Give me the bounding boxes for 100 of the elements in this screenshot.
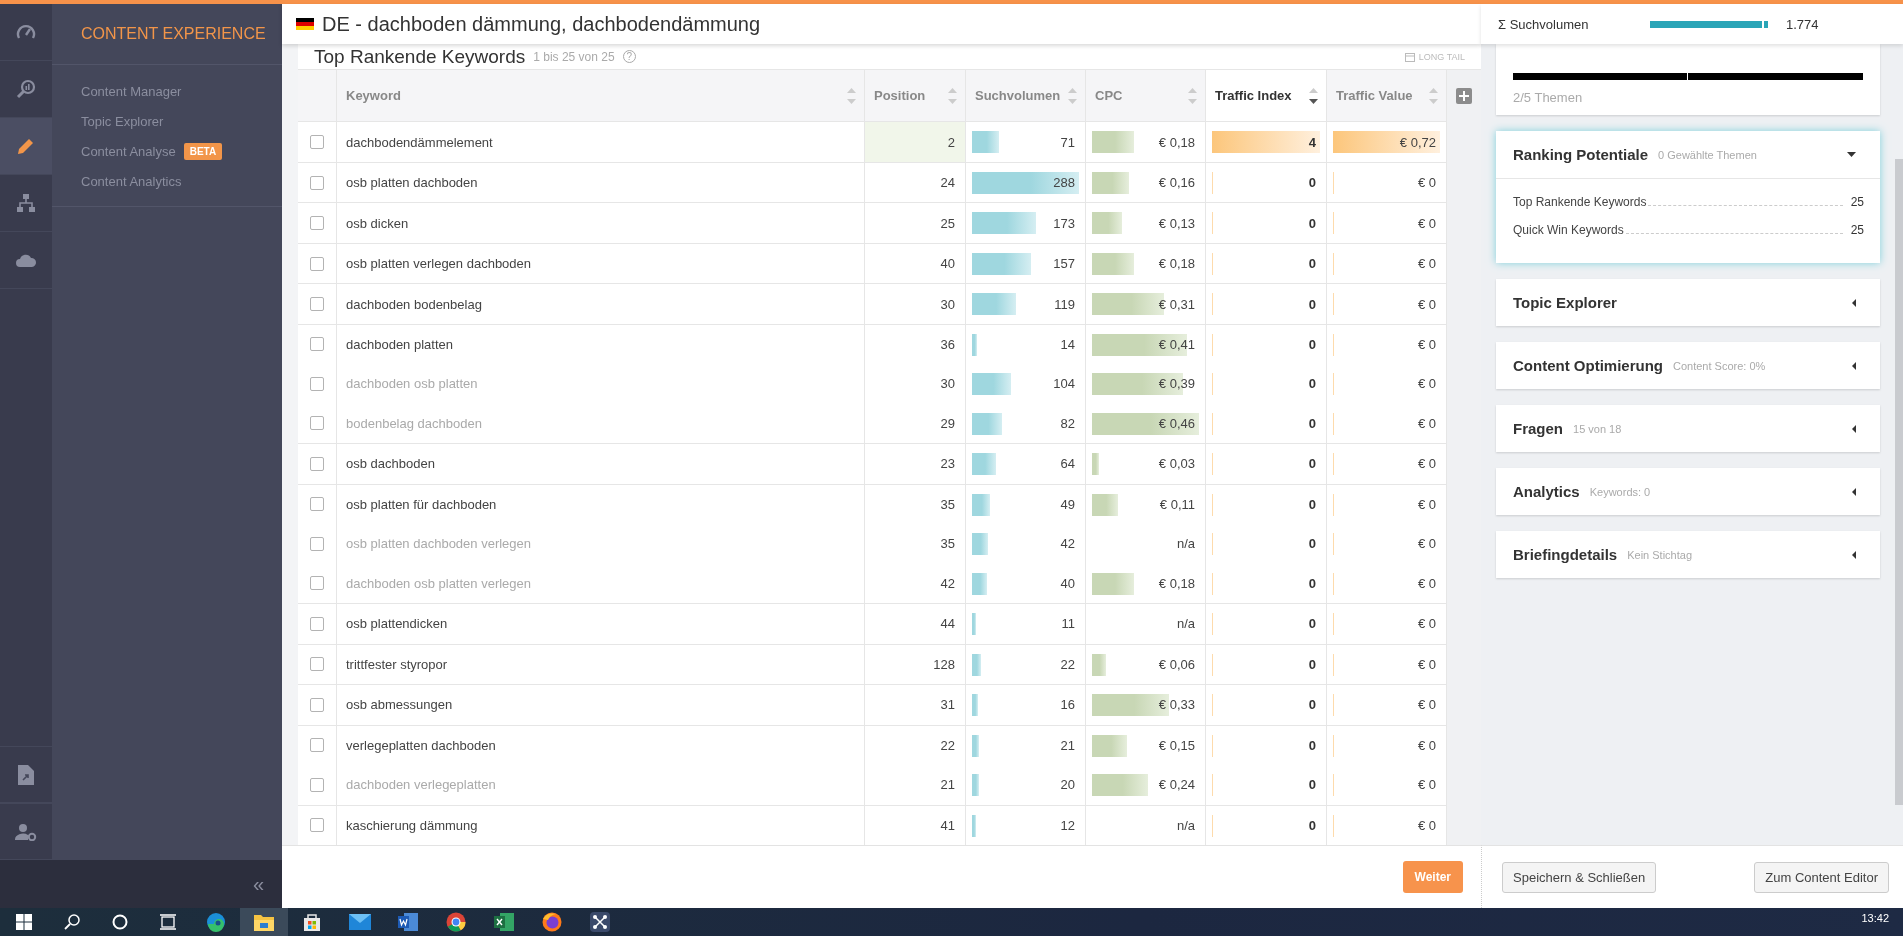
- table-cell: € 0,03: [1086, 444, 1206, 484]
- caret-left-icon[interactable]: [1852, 424, 1856, 433]
- beta-badge: BETA: [183, 143, 223, 160]
- table-cell: 104: [966, 364, 1086, 404]
- table-cell: 21: [865, 765, 966, 805]
- keyword-cell: dachboden bodenbelag: [337, 284, 865, 324]
- table-cell: € 0,31: [1086, 284, 1206, 324]
- flame-circle-icon: [542, 912, 562, 932]
- clock: 13:42: [1861, 911, 1890, 924]
- panel-title[interactable]: Content Optimierung: [1513, 357, 1663, 374]
- task-view-icon: [160, 914, 176, 930]
- table-cell: 288: [966, 162, 1086, 203]
- caret-down-icon[interactable]: [1847, 152, 1856, 157]
- table-cell: € 0: [1327, 685, 1447, 725]
- checkbox[interactable]: [310, 657, 324, 672]
- panel-title[interactable]: Fragen: [1513, 420, 1563, 437]
- checkbox[interactable]: [310, 135, 324, 150]
- scrollbar-thumb[interactable]: [1895, 159, 1903, 805]
- checkbox[interactable]: [310, 297, 324, 311]
- section-title: Top Rankende Keywords: [314, 45, 526, 68]
- table-cell: 35: [865, 524, 966, 564]
- page-title: DE - dachboden dämmung, dachbodendämmung: [322, 12, 761, 36]
- keyword-cell: osb platten dachboden verlegen: [337, 524, 865, 564]
- user-settings-icon: [15, 822, 37, 841]
- panel-subtitle: Keywords: 0: [1589, 485, 1651, 498]
- collapse-button[interactable]: «: [252, 872, 264, 896]
- checkbox[interactable]: [310, 497, 324, 512]
- checkbox[interactable]: [310, 175, 324, 190]
- table-cell: 0: [1206, 444, 1327, 484]
- table-cell: 30: [865, 284, 966, 324]
- magnifier-chart-icon: [16, 79, 36, 99]
- checkbox[interactable]: [310, 576, 324, 591]
- help-button[interactable]: ?: [622, 50, 636, 63]
- table-cell: 31: [865, 685, 966, 725]
- circle-icon: [112, 914, 128, 930]
- table-cell: 2: [865, 122, 966, 162]
- table-cell: € 0,41: [1086, 324, 1206, 365]
- sort-icon: [847, 86, 856, 105]
- checkbox[interactable]: [310, 777, 324, 792]
- nav-button[interactable]: [0, 118, 52, 175]
- sort-icon: [1429, 86, 1438, 105]
- checkbox[interactable]: [310, 337, 324, 352]
- table-cell: 0: [1206, 765, 1327, 805]
- tricolor-circle-icon: [446, 912, 466, 932]
- panel-subtitle: 15 von 18: [1573, 422, 1622, 435]
- keyword-cell: osb dicken: [337, 203, 865, 243]
- panel-title[interactable]: Briefingdetails: [1513, 546, 1618, 563]
- action-button[interactable]: Speichern & Schließen: [1502, 861, 1657, 893]
- cloud-icon: [15, 253, 37, 267]
- panel-item-label[interactable]: Quick Win Keywords: [1513, 223, 1624, 237]
- keyword-cell: osb plattendicken: [337, 604, 865, 644]
- sidebar-link[interactable]: Topic Explorer: [81, 111, 282, 132]
- keyword-cell: dachboden osb platten: [337, 364, 865, 404]
- table-cell: € 0: [1327, 524, 1447, 564]
- sort-icon: [948, 86, 957, 105]
- checkbox[interactable]: [310, 616, 324, 631]
- checkbox[interactable]: [310, 256, 324, 271]
- taskbar-button[interactable]: [240, 908, 288, 936]
- checkbox[interactable]: [310, 456, 324, 471]
- column-header[interactable]: Traffic Index: [1206, 70, 1327, 122]
- sidebar-title: CONTENT EXPERIENCE: [81, 25, 266, 43]
- table-cell: € 0: [1327, 444, 1447, 484]
- caret-left-icon[interactable]: [1852, 298, 1856, 307]
- checkbox[interactable]: [310, 536, 324, 551]
- checkbox[interactable]: [310, 416, 324, 431]
- panel-title[interactable]: Ranking Potentiale: [1513, 146, 1649, 163]
- checkbox[interactable]: [310, 216, 324, 231]
- checkbox[interactable]: [310, 738, 324, 753]
- sidebar-link[interactable]: Content Analytics: [81, 171, 282, 192]
- table-cell: 157: [966, 243, 1086, 284]
- panel-title[interactable]: Analytics: [1513, 483, 1580, 500]
- table-cell: € 0: [1327, 364, 1447, 404]
- sidebar-link[interactable]: Content Manager: [81, 81, 282, 102]
- panel-subtitle: Kein Stichtag: [1627, 548, 1692, 561]
- caret-left-icon[interactable]: [1852, 361, 1856, 370]
- keyword-cell: osb abmessungen: [337, 685, 865, 725]
- caret-left-icon[interactable]: [1852, 550, 1856, 559]
- summary-value: 1.774: [1786, 16, 1819, 32]
- table-cell: 25: [865, 203, 966, 243]
- table-cell: 4: [1206, 122, 1327, 162]
- spreadsheet-icon: [494, 913, 514, 931]
- search-icon: [64, 914, 80, 930]
- table-cell: € 0,13: [1086, 203, 1206, 243]
- caret-left-icon[interactable]: [1852, 487, 1856, 496]
- table-cell: € 0: [1327, 203, 1447, 243]
- checkbox[interactable]: [310, 376, 324, 391]
- checkbox[interactable]: [310, 697, 324, 712]
- table-cell: € 0,39: [1086, 364, 1206, 404]
- table-cell: 23: [865, 444, 966, 484]
- swirl-icon: [206, 912, 226, 932]
- plus-icon[interactable]: [1456, 88, 1472, 104]
- sidebar-link[interactable]: Content Analyse: [81, 144, 176, 159]
- next-button[interactable]: Weiter: [1402, 861, 1463, 893]
- panel-item-label[interactable]: Top Rankende Keywords: [1513, 195, 1647, 209]
- network-icon: [590, 912, 610, 932]
- action-button[interactable]: Zum Content Editor: [1754, 861, 1889, 893]
- panel-item-value: 25: [1850, 195, 1864, 209]
- keyword-cell: dachboden verlegeplatten: [337, 765, 865, 805]
- panel-title[interactable]: Topic Explorer: [1513, 294, 1617, 311]
- checkbox[interactable]: [310, 818, 324, 833]
